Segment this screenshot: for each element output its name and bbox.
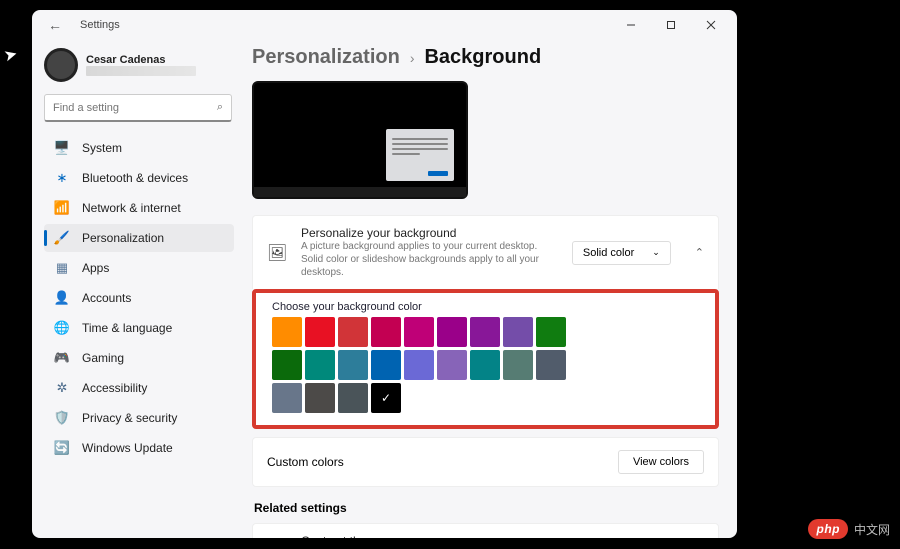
color-swatch[interactable]	[305, 383, 335, 413]
chevron-down-icon: ⌄	[652, 247, 660, 258]
color-swatch[interactable]	[338, 317, 368, 347]
nav-label: Accounts	[82, 291, 131, 305]
related-settings-heading: Related settings	[254, 501, 719, 515]
breadcrumb: Personalization › Background	[252, 40, 719, 81]
color-swatch[interactable]	[272, 383, 302, 413]
app-title: Settings	[80, 19, 120, 31]
collapse-button[interactable]: ⌃	[695, 246, 704, 259]
color-swatch[interactable]	[371, 383, 401, 413]
nav-label: Network & internet	[82, 201, 181, 215]
personalization-icon: 🖌️	[54, 230, 70, 246]
gaming-icon: 🎮	[54, 350, 70, 366]
color-swatch[interactable]	[305, 350, 335, 380]
maximize-button[interactable]	[651, 10, 691, 40]
search-icon: ⌕	[217, 101, 223, 114]
nav-label: Time & language	[82, 321, 172, 335]
color-swatch[interactable]	[338, 350, 368, 380]
avatar	[44, 48, 78, 82]
nav-label: Apps	[82, 261, 109, 275]
system-icon: 🖥️	[54, 140, 70, 156]
sidebar-item-accounts[interactable]: 👤 Accounts	[44, 284, 234, 312]
chevron-right-icon: ›	[410, 50, 415, 66]
color-swatch[interactable]	[371, 317, 401, 347]
apps-icon: ▦	[54, 260, 70, 276]
color-swatch[interactable]	[404, 317, 434, 347]
color-swatch-grid	[272, 317, 582, 413]
nav-label: Privacy & security	[82, 411, 177, 425]
nav-label: Gaming	[82, 351, 124, 365]
user-email-placeholder	[86, 66, 196, 76]
privacy-icon: 🛡️	[54, 410, 70, 426]
search-box[interactable]: ⌕	[44, 94, 232, 122]
color-swatch[interactable]	[272, 317, 302, 347]
sidebar-item-privacy-security[interactable]: 🛡️ Privacy & security	[44, 404, 234, 432]
watermark: php 中文网	[808, 519, 890, 539]
php-logo: php	[808, 519, 848, 539]
nav-label: Bluetooth & devices	[82, 171, 188, 185]
preview-window	[386, 129, 454, 181]
accounts-icon: 👤	[54, 290, 70, 306]
sidebar-item-personalization[interactable]: 🖌️ Personalization	[44, 224, 234, 252]
desktop-preview	[252, 81, 468, 199]
breadcrumb-parent[interactable]: Personalization	[252, 46, 400, 69]
nav-list: 🖥️ System ∗ Bluetooth & devices 📶 Network & i…	[44, 134, 234, 462]
sidebar-item-gaming[interactable]: 🎮 Gaming	[44, 344, 234, 372]
color-swatch[interactable]	[503, 350, 533, 380]
color-swatch[interactable]	[536, 350, 566, 380]
color-swatch[interactable]	[272, 350, 302, 380]
back-button[interactable]: ←	[48, 17, 62, 33]
color-swatch[interactable]	[470, 350, 500, 380]
view-colors-button[interactable]: View colors	[618, 450, 704, 474]
sidebar: Cesar Cadenas ⌕ 🖥️ System ∗ Bluetooth & dev…	[32, 40, 242, 538]
windows-icon: 🔄	[54, 440, 70, 456]
user-block[interactable]: Cesar Cadenas	[44, 44, 234, 92]
color-swatch[interactable]	[503, 317, 533, 347]
titlebar: ← Settings	[32, 10, 737, 40]
color-swatch[interactable]	[305, 317, 335, 347]
card-title: Personalize your background	[301, 226, 558, 240]
custom-colors-row: Custom colors View colors	[252, 437, 719, 487]
watermark-text: 中文网	[854, 521, 890, 538]
main-content: Personalization › Background 🖼 P	[242, 40, 737, 538]
accessibility-icon: ✲	[54, 380, 70, 396]
color-swatch[interactable]	[536, 317, 566, 347]
sidebar-item-system[interactable]: 🖥️ System	[44, 134, 234, 162]
picture-icon: 🖼	[267, 243, 287, 263]
color-swatch[interactable]	[371, 350, 401, 380]
custom-colors-label: Custom colors	[267, 455, 618, 469]
color-picker-section: Choose your background color	[252, 289, 719, 429]
sidebar-item-accessibility[interactable]: ✲ Accessibility	[44, 374, 234, 402]
color-swatch[interactable]	[338, 383, 368, 413]
sidebar-item-apps[interactable]: ▦ Apps	[44, 254, 234, 282]
color-swatch[interactable]	[470, 317, 500, 347]
sidebar-item-bluetooth-devices[interactable]: ∗ Bluetooth & devices	[44, 164, 234, 192]
settings-window: ← Settings Cesar Cadenas ⌕	[32, 10, 737, 538]
nav-label: Accessibility	[82, 381, 147, 395]
bluetooth-icon: ∗	[54, 170, 70, 186]
contrast-title: Contrast themes	[301, 534, 685, 538]
dropdown-value: Solid color	[583, 247, 634, 259]
card-desc: A picture background applies to your cur…	[301, 240, 558, 279]
search-input[interactable]	[53, 102, 217, 114]
personalize-background-card: 🖼 Personalize your background A picture …	[252, 215, 719, 289]
color-swatch[interactable]	[437, 317, 467, 347]
sidebar-item-windows-update[interactable]: 🔄 Windows Update	[44, 434, 234, 462]
nav-label: Personalization	[82, 231, 164, 245]
nav-label: System	[82, 141, 122, 155]
close-button[interactable]	[691, 10, 731, 40]
background-type-dropdown[interactable]: Solid color ⌄	[572, 241, 671, 265]
minimize-button[interactable]	[611, 10, 651, 40]
network-icon: 📶	[54, 200, 70, 216]
breadcrumb-current: Background	[424, 46, 541, 69]
sidebar-item-network-internet[interactable]: 📶 Network & internet	[44, 194, 234, 222]
user-name: Cesar Cadenas	[86, 54, 196, 66]
sidebar-item-time-language[interactable]: 🌐 Time & language	[44, 314, 234, 342]
color-swatch[interactable]	[404, 350, 434, 380]
color-section-label: Choose your background color	[272, 301, 699, 313]
mouse-cursor: ➤	[2, 44, 20, 67]
contrast-themes-card[interactable]: ◐ Contrast themes Color themes for low v…	[252, 523, 719, 538]
nav-label: Windows Update	[82, 441, 173, 455]
time-icon: 🌐	[54, 320, 70, 336]
color-swatch[interactable]	[437, 350, 467, 380]
